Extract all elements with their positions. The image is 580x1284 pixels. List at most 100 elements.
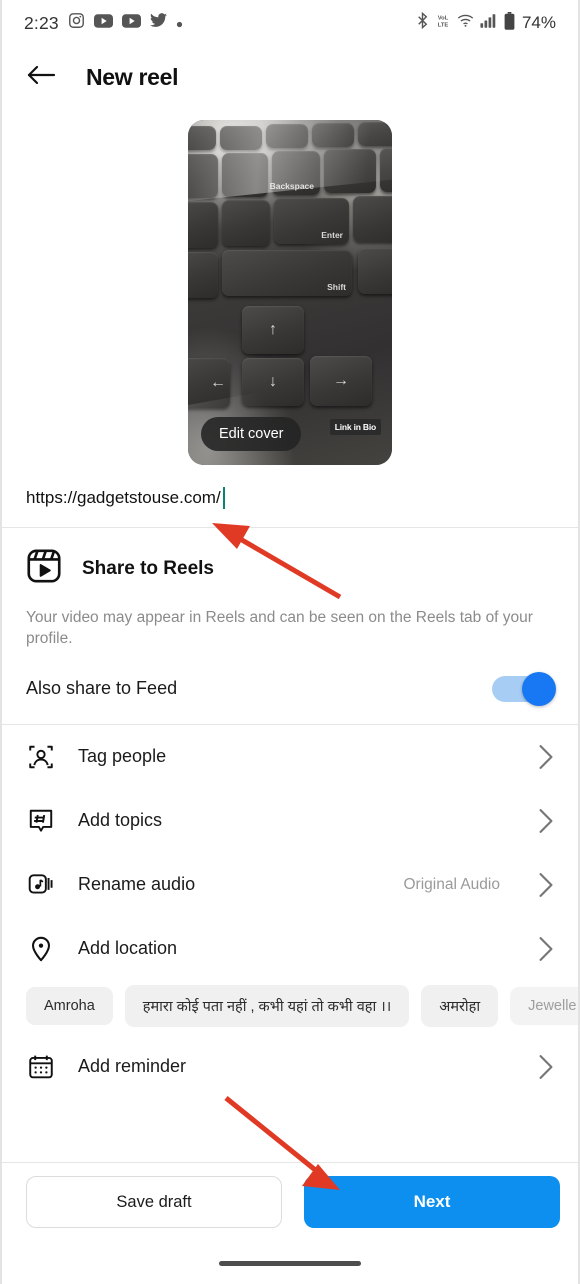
arrow-left-icon — [26, 64, 56, 91]
youtube-icon — [93, 13, 113, 33]
key — [324, 149, 376, 193]
location-chip[interactable]: Amroha — [26, 986, 113, 1025]
key-arrow-right: → — [310, 356, 372, 406]
svg-text:VoL: VoL — [438, 16, 449, 22]
key-arrow-left: ← — [188, 358, 230, 408]
instagram-icon — [68, 12, 85, 34]
wifi-icon — [457, 13, 474, 33]
option-row-rename-audio[interactable]: Rename audio Original Audio — [26, 853, 554, 917]
video-thumbnail[interactable]: Backspace Enter ? / Shift — [188, 120, 392, 465]
link-in-bio-sticker: Link in Bio — [329, 419, 381, 435]
option-row-tag-people[interactable]: Tag people — [26, 725, 554, 789]
reminder-list: Add reminder — [2, 1035, 578, 1099]
key — [358, 122, 392, 146]
media-preview-area: Backspace Enter ? / Shift — [2, 108, 578, 465]
key — [222, 200, 270, 246]
option-row-add-reminder[interactable]: Add reminder — [26, 1035, 554, 1099]
save-draft-button[interactable]: Save draft — [26, 1176, 282, 1228]
dot-icon — [176, 13, 183, 33]
key — [222, 153, 268, 197]
key — [188, 202, 218, 248]
audio-note-icon — [26, 870, 56, 900]
location-pin-icon — [26, 934, 56, 964]
reels-icon — [26, 548, 62, 589]
tag-people-icon — [26, 742, 56, 772]
key-label: ↓ — [269, 373, 277, 390]
location-suggestion-chips[interactable]: Amroha हमारा कोई पता नहीं , कभी यहां तो … — [2, 981, 578, 1035]
option-label: Rename audio — [78, 874, 196, 895]
option-label: Add reminder — [78, 1056, 187, 1077]
battery-icon — [504, 11, 515, 35]
also-share-to-feed-toggle[interactable] — [492, 671, 556, 706]
option-row-add-topics[interactable]: Add topics — [26, 789, 554, 853]
key-label: Backspace — [269, 181, 314, 191]
also-share-to-feed-label: Also share to Feed — [26, 678, 178, 699]
battery-percent: 74% — [521, 13, 556, 32]
status-bar-right: VoL LTE 74% — [416, 11, 556, 35]
volte-icon: VoL LTE — [435, 12, 451, 34]
bluetooth-icon — [416, 11, 429, 34]
key — [188, 154, 218, 198]
divider — [2, 1162, 578, 1163]
next-button[interactable]: Next — [304, 1176, 560, 1228]
twitter-icon — [149, 13, 167, 33]
keyboard-photo: Backspace Enter ? / Shift — [188, 120, 392, 465]
key-label: Shift — [327, 282, 346, 292]
also-share-to-feed-row[interactable]: Also share to Feed — [26, 650, 556, 724]
signal-icon — [480, 13, 498, 33]
hashtag-icon — [26, 806, 56, 836]
status-bar: 2:23 VoL LTE 74% — [2, 0, 578, 46]
footer-buttons: Save draft Next — [26, 1176, 560, 1228]
footer-action-bar: Save draft Next — [2, 1162, 578, 1284]
option-label: Tag people — [78, 746, 167, 767]
share-to-reels-title: Share to Reels — [82, 557, 214, 579]
key — [266, 124, 308, 148]
key-label: ← — [210, 374, 226, 391]
page-title: New reel — [86, 63, 179, 90]
key — [188, 126, 216, 150]
location-chip[interactable]: अमरोहा — [421, 984, 499, 1027]
share-to-reels-header: Share to Reels — [26, 548, 554, 589]
key — [220, 126, 262, 150]
option-row-add-location[interactable]: Add location — [26, 917, 554, 981]
location-chip[interactable]: Jewelle — [510, 986, 578, 1025]
key — [353, 196, 392, 242]
key: Enter — [274, 198, 349, 244]
chevron-right-icon[interactable] — [538, 744, 554, 770]
key-label: → — [333, 372, 349, 389]
app-header: New reel — [2, 46, 578, 108]
location-chip[interactable]: हमारा कोई पता नहीं , कभी यहां तो कभी वहा… — [124, 984, 410, 1027]
chevron-right-icon[interactable] — [538, 808, 554, 834]
key — [380, 148, 392, 192]
key: ? / — [188, 252, 218, 298]
chevron-right-icon[interactable] — [538, 1054, 554, 1080]
edit-cover-button[interactable]: Edit cover — [201, 417, 302, 451]
key: Shift — [222, 250, 352, 296]
option-label: Add topics — [78, 810, 163, 831]
text-cursor — [222, 487, 226, 509]
phone-screen: 2:23 VoL LTE 74% New reel Backspace Ente… — [0, 0, 580, 1284]
status-time: 2:23 — [24, 12, 59, 33]
key-label: ↑ — [269, 321, 277, 338]
svg-text:LTE: LTE — [438, 22, 449, 28]
key — [358, 248, 392, 294]
back-button[interactable] — [26, 62, 56, 92]
share-to-reels-section: Share to Reels Your video may appear in … — [2, 528, 578, 724]
chevron-right-icon[interactable] — [538, 936, 554, 962]
calendar-icon — [26, 1052, 56, 1082]
option-value-original-audio: Original Audio — [403, 875, 500, 893]
toggle-knob — [522, 671, 556, 706]
caption-input[interactable]: https://gadgetstouse.com/ — [2, 465, 578, 527]
key-arrow-down: ↓ — [242, 358, 304, 406]
key-label: Enter — [321, 230, 343, 240]
next-button-wrapper: Next — [304, 1176, 560, 1228]
option-label: Add location — [78, 938, 178, 959]
chevron-right-icon[interactable] — [538, 872, 554, 898]
key: Backspace — [269, 151, 320, 195]
home-indicator — [219, 1261, 361, 1266]
status-bar-left: 2:23 — [24, 12, 183, 34]
key-arrow-up: ↑ — [242, 306, 304, 354]
options-list: Tag people Add topics Rename audio Origi… — [2, 725, 578, 981]
youtube-icon — [121, 13, 141, 33]
key — [312, 123, 354, 147]
